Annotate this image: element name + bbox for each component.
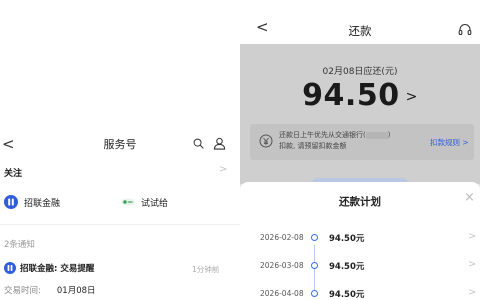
chevron-right-icon: >: [468, 231, 477, 242]
sheet-title: 还款计划: [339, 196, 381, 208]
redacted-card-number: [365, 131, 388, 139]
due-amount-value: 94.50: [302, 78, 400, 113]
plan-date: 2026-02-08: [260, 233, 304, 242]
repayment-top-bar: < 还款: [240, 0, 480, 44]
repayment-panel: < 还款 02月08日应还(元) 94.50 > 还款日上午优先从交通银行() 扣…: [240, 0, 480, 300]
page-title: 服务号: [103, 138, 137, 151]
plan-amount: 94.50元: [329, 290, 365, 300]
timeline-dot-icon: [311, 262, 318, 269]
account-zhaolian[interactable]: 招联金融: [4, 194, 60, 210]
plan-date: 2026-03-08: [260, 261, 304, 270]
tip-line-2: 扣款, 请预留扣款金额: [279, 142, 347, 150]
trade-time-value: 01月08日: [56, 286, 96, 296]
timeline-dot-icon: [311, 234, 318, 241]
account-name: 试试给: [141, 198, 169, 209]
account-shishigei[interactable]: 试试给: [121, 194, 168, 210]
notice-title: 招联金融: 交易提醒: [20, 264, 95, 274]
follow-section-label: 关注: [4, 169, 23, 179]
follow-more-arrow[interactable]: >: [219, 164, 227, 175]
deduction-rules-link[interactable]: 扣款规则 >: [430, 137, 469, 148]
page-title: 还款: [348, 24, 372, 38]
deduction-tip-card: 还款日上午优先从交通银行() 扣款, 请预留扣款金额 扣款规则 >: [250, 124, 474, 160]
plan-date: 2026-04-08: [260, 289, 304, 298]
plan-row[interactable]: 2026-04-08 94.50元 >: [240, 286, 480, 300]
notice-time: 1分钟前: [192, 265, 220, 274]
search-icon[interactable]: [193, 138, 204, 149]
timeline-dot-icon: [311, 290, 318, 297]
plan-amount: 94.50元: [329, 234, 365, 244]
tip-line-1: 还款日上午优先从交通银行(: [279, 131, 366, 139]
yuan-coin-icon: [259, 134, 273, 148]
notice-count: 2条通知: [4, 240, 35, 250]
service-nav-bar: < 服务号: [0, 134, 240, 156]
section-divider: [0, 224, 240, 225]
user-icon[interactable]: [213, 137, 226, 150]
zhaolian-logo-icon: [4, 262, 16, 274]
notice-message[interactable]: 招联金融: 交易提醒: [4, 262, 94, 274]
account-name: 招联金融: [24, 198, 61, 209]
shishigei-logo-icon: [121, 195, 135, 209]
plan-row[interactable]: 2026-02-08 94.50元 >: [240, 230, 480, 246]
plan-row[interactable]: 2026-03-08 94.50元 >: [240, 258, 480, 274]
chevron-right-icon: >: [405, 88, 418, 105]
due-date-label: 02月08日应还(元): [322, 67, 398, 77]
service-accounts-panel: < 服务号 关注 > 招联金融 试试给 2条通知 招联金融: 交易提醒 1分钟前…: [0, 0, 240, 300]
trade-time-row: 交易时间: 01月08日: [4, 284, 96, 296]
headset-icon[interactable]: [458, 23, 472, 37]
tip-line-1-end: ): [387, 131, 391, 139]
deduction-tip-text: 还款日上午优先从交通银行() 扣款, 请预留扣款金额: [279, 130, 409, 152]
zhaolian-logo-icon: [4, 195, 18, 209]
close-icon[interactable]: ×: [464, 191, 475, 205]
chevron-right-icon: >: [468, 259, 477, 270]
plan-amount: 94.50元: [329, 262, 365, 272]
trade-time-label: 交易时间:: [4, 286, 41, 296]
due-amount[interactable]: 94.50 >: [240, 78, 480, 113]
chevron-right-icon: >: [468, 287, 477, 298]
